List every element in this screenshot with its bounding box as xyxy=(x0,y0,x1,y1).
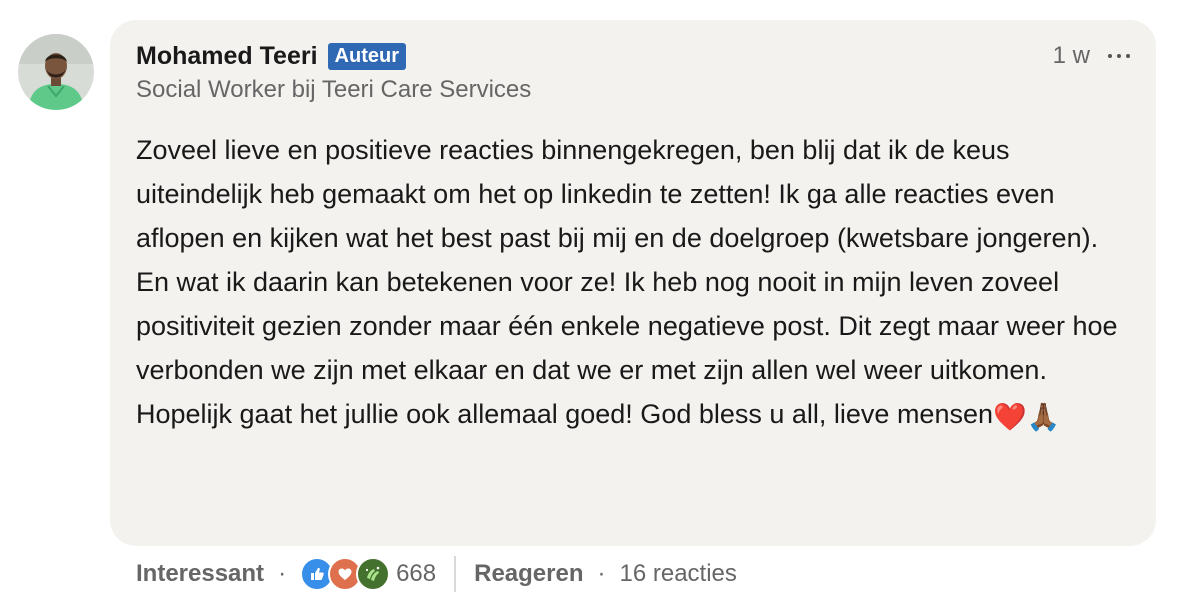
reaction-count: 668 xyxy=(396,560,437,587)
ellipsis-icon xyxy=(1108,54,1130,58)
divider xyxy=(454,556,457,592)
reply-button[interactable]: Reageren xyxy=(474,560,583,588)
author-badge: Auteur xyxy=(327,42,406,70)
reply-count[interactable]: 16 reacties xyxy=(620,560,737,588)
celebrate-icon xyxy=(356,557,391,591)
comment-meta: 1 w xyxy=(1053,40,1130,72)
author-row: Mohamed Teeri Auteur xyxy=(136,40,1130,72)
comment-header: Mohamed Teeri Auteur Social Worker bij T… xyxy=(136,40,1130,104)
comment-text-container: Zoveel lieve en positieve reacties binne… xyxy=(136,128,1136,439)
avatar-image xyxy=(18,34,94,110)
timestamp: 1 w xyxy=(1052,42,1090,69)
avatar[interactable] xyxy=(18,34,94,110)
heart-emoji: ❤️ xyxy=(993,402,1027,432)
react-button[interactable]: Interessant xyxy=(136,560,264,588)
comment-bubble: Mohamed Teeri Auteur Social Worker bij T… xyxy=(110,20,1156,546)
separator-dot: · xyxy=(278,560,287,587)
pray-emoji: 🙏🏾 xyxy=(1026,402,1061,432)
author-name[interactable]: Mohamed Teeri xyxy=(136,42,318,71)
author-headline: Social Worker bij Teeri Care Services xyxy=(136,76,532,103)
comment-text: Zoveel lieve en positieve reacties binne… xyxy=(136,135,1118,429)
separator-dot: · xyxy=(597,560,606,587)
comment-actions: Interessant · 668 Reageren · 16 reacties xyxy=(136,554,737,594)
more-options-button[interactable] xyxy=(1108,46,1130,66)
reactions-summary[interactable]: 668 xyxy=(300,557,436,591)
comment: Mohamed Teeri Auteur Social Worker bij T… xyxy=(0,0,1182,614)
